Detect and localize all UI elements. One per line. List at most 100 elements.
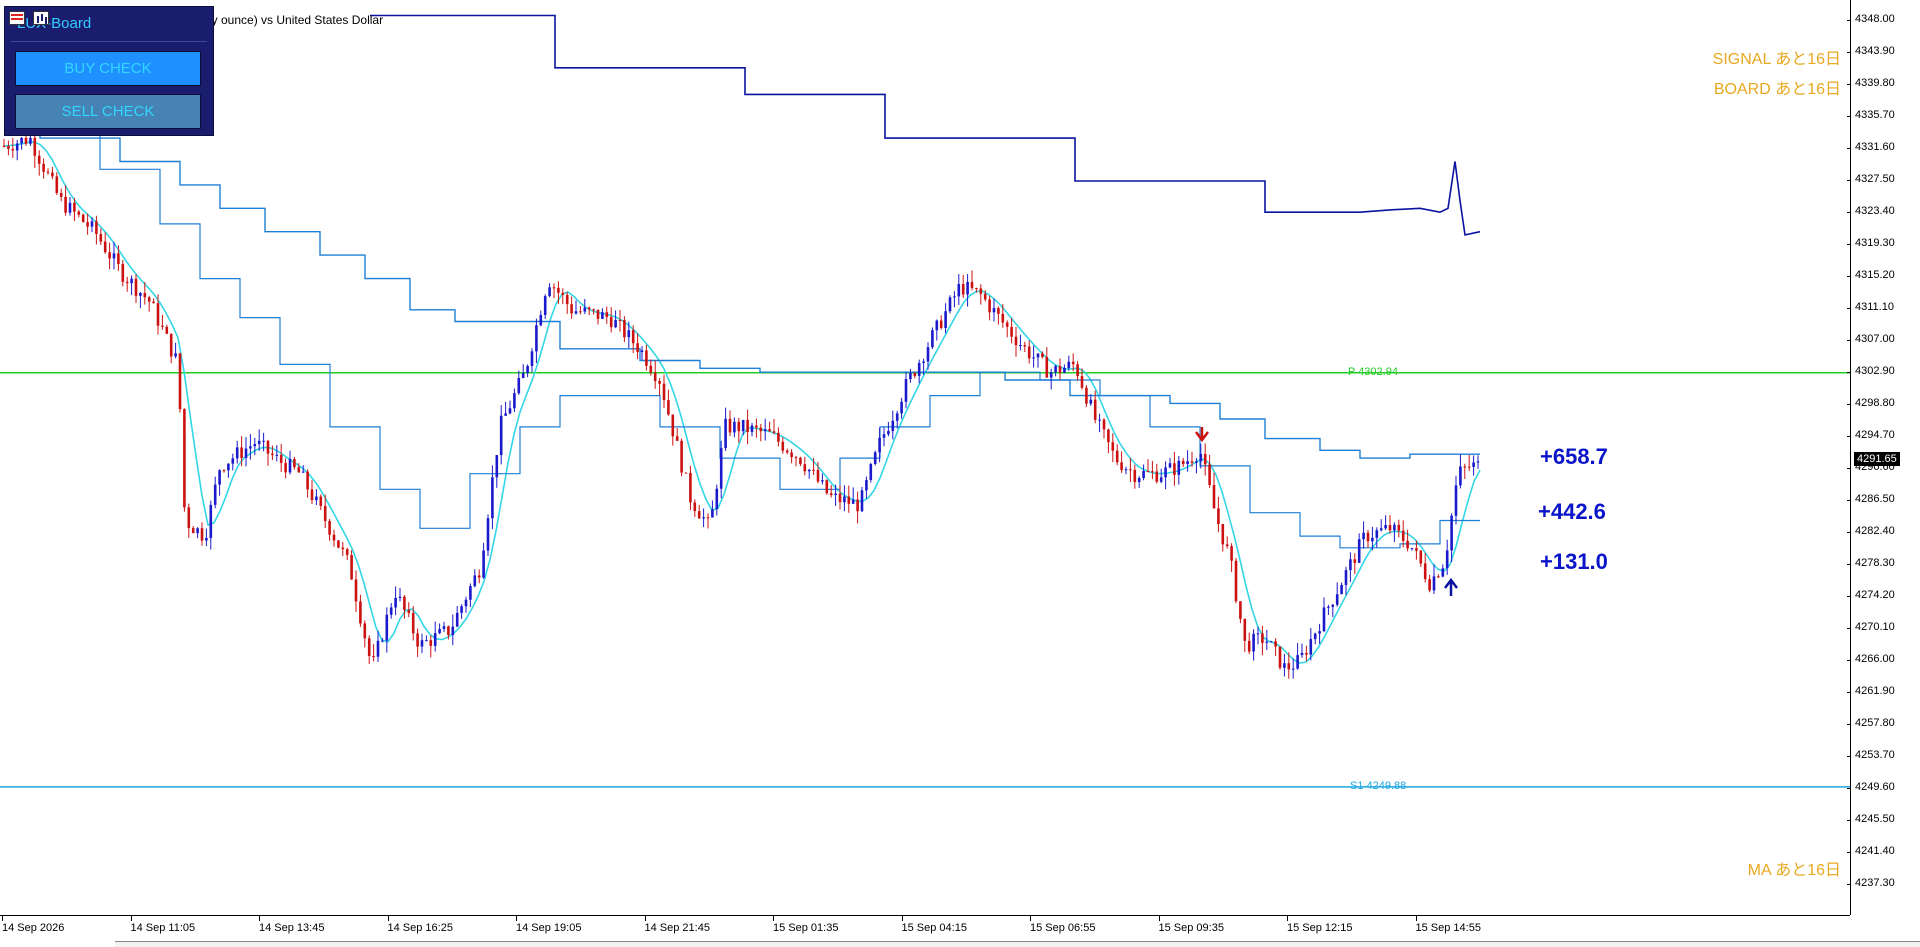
candlestick [803, 456, 807, 476]
candlestick [579, 306, 582, 315]
candlestick [2, 138, 6, 148]
candlestick [398, 587, 402, 602]
candlestick [288, 450, 292, 475]
candlestick [165, 324, 169, 335]
price-chart[interactable] [0, 0, 1920, 946]
candlestick [1322, 597, 1326, 632]
price-tick-label: 4286.50 [1847, 493, 1895, 505]
candlestick [455, 606, 459, 628]
candlestick [552, 283, 556, 299]
candlestick [1454, 475, 1458, 525]
price-tick-label: 4294.70 [1847, 429, 1895, 441]
candlestick [1239, 601, 1242, 624]
candlestick [948, 295, 952, 314]
candlestick [909, 368, 912, 383]
current-price-badge: 4291.65 [1854, 452, 1900, 466]
candlestick [1142, 464, 1145, 481]
sell-check-button[interactable]: SELL CHECK [15, 94, 201, 129]
candlestick [284, 458, 287, 479]
candlestick [1005, 320, 1009, 338]
candlestick [966, 273, 969, 307]
candlestick [1423, 552, 1427, 583]
candlestick [1437, 574, 1440, 579]
candlestick [315, 489, 318, 506]
candlestick [719, 440, 723, 499]
candlestick [917, 359, 921, 384]
candlestick [130, 275, 133, 296]
candlestick [1441, 564, 1445, 578]
candlestick [1225, 536, 1229, 549]
candlestick [684, 472, 688, 474]
time-tick-label: 15 Sep 14:55 [1415, 916, 1481, 934]
candlestick [1467, 454, 1471, 472]
candlestick [319, 494, 323, 511]
candlestick [310, 480, 314, 504]
candlestick [781, 437, 785, 454]
candlestick [1111, 433, 1115, 463]
candlestick [1353, 553, 1357, 574]
candlestick [1313, 632, 1317, 645]
candlestick [728, 410, 732, 437]
candlestick [1335, 582, 1339, 607]
flag-icon[interactable] [9, 11, 25, 25]
candlestick [218, 469, 221, 496]
candlestick [596, 309, 600, 325]
candlestick [86, 213, 89, 235]
candlestick [706, 513, 710, 529]
price-tick-label: 4241.40 [1847, 845, 1895, 857]
candlestick [724, 407, 727, 451]
candlestick [508, 400, 512, 415]
candlestick [702, 508, 705, 528]
bar-chart-icon[interactable] [33, 11, 49, 25]
candlestick [759, 423, 763, 442]
candlestick [1107, 428, 1110, 454]
candlestick [363, 620, 367, 648]
time-tick-label: 14 Sep 16:25 [387, 916, 453, 934]
lux-board-panel: LUX-Board BUY CHECK SELL CHECK [4, 6, 214, 136]
candlestick [526, 364, 529, 378]
candlestick [904, 372, 908, 409]
candlestick [1098, 413, 1101, 433]
candlestick [1155, 463, 1159, 484]
candlestick [609, 307, 613, 333]
candlestick [11, 137, 15, 158]
candlestick [979, 284, 983, 305]
candlestick [486, 514, 490, 556]
candlestick [213, 476, 217, 509]
candlestick [183, 408, 186, 512]
indicator-lines [3, 14, 1481, 664]
candlestick [469, 583, 472, 608]
candlestick [772, 418, 776, 435]
candlestick [231, 453, 235, 471]
candlestick [869, 462, 873, 483]
candlestick [750, 422, 754, 437]
candlestick [1045, 347, 1049, 378]
candlestick [235, 440, 239, 464]
candlestick [1379, 519, 1383, 532]
candlestick [42, 158, 45, 179]
candlestick [865, 476, 868, 499]
candlestick [1291, 658, 1295, 679]
candlestick [1014, 326, 1018, 357]
candlestick [1401, 520, 1405, 548]
candlestick [658, 378, 661, 396]
candlestick [161, 314, 164, 330]
candlestick [367, 635, 371, 664]
candlestick [389, 603, 393, 619]
horizontal-scrollbar[interactable] [115, 941, 1920, 947]
candlestick [1318, 623, 1321, 644]
price-tick-label: 4257.80 [1847, 717, 1895, 729]
candlestick [1019, 334, 1022, 351]
buy-check-button[interactable]: BUY CHECK [15, 51, 201, 86]
candlestick [293, 456, 296, 470]
candlestick [125, 276, 129, 292]
candlestick [169, 333, 173, 364]
candlestick [134, 274, 138, 304]
sell-arrow-icon [1195, 427, 1209, 443]
pivot-levels [0, 371, 1850, 788]
candlestick [689, 465, 692, 511]
candlestick [438, 623, 441, 635]
candlestick [152, 298, 155, 304]
candlestick [275, 445, 279, 462]
price-tick-label: 4319.30 [1847, 237, 1895, 249]
